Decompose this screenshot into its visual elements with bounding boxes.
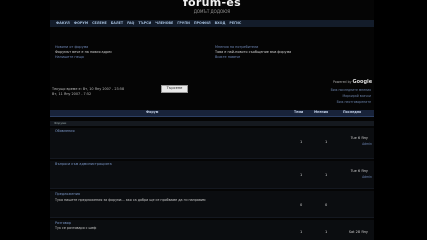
google-prefix: Powered by <box>333 80 352 84</box>
post-count: 1 <box>325 230 328 234</box>
site-tagline: ДОМЪТ ДОДОЮЯ <box>193 9 231 14</box>
nav-item[interactable]: ГРУПИ <box>177 21 190 25</box>
nav-item[interactable]: ВХОД <box>215 21 226 25</box>
category-bar[interactable]: Форуми <box>50 121 374 126</box>
topic-count: 1 <box>300 140 303 144</box>
last-post-date: Tue 6 Яну <box>350 136 368 140</box>
last-post-date: Sat 28 Яну <box>348 230 368 234</box>
forum-page: forum-es ДОМЪТ ДОДОЮЯ ФАКУЛ ФОРУМ СЕЛЕНЕ… <box>50 0 374 240</box>
nav-item[interactable]: ЧЛЕНОВЕ <box>155 21 173 25</box>
forum-row[interactable]: Обявления 1 1 Tue 6 Яну Admin <box>50 128 374 159</box>
forum-description: Тук се разговаря с шеф <box>55 226 97 230</box>
forum-title[interactable]: Предложения <box>55 192 80 196</box>
last-post-author[interactable]: Admin <box>362 142 372 146</box>
announcement-left-link[interactable]: Напишете нещо <box>55 55 84 59</box>
nav-item[interactable]: ТЪРСИ <box>138 21 151 25</box>
col-topics: Теми <box>294 110 304 114</box>
nav-item[interactable]: FAQ <box>127 21 134 25</box>
nav-item[interactable]: БАЛЕТ <box>111 21 123 25</box>
forum-title[interactable]: Въпроси към администрацията <box>55 162 112 166</box>
view-new-posts-link[interactable]: Виж последните мнения <box>331 88 371 92</box>
forum-row[interactable]: Разговор Тук се разговаря с шеф 1 1 Sat … <box>50 220 374 240</box>
nav-item[interactable]: ПРОФИЛ <box>194 21 211 25</box>
forum-row[interactable]: Предложения Тука пишете предложения за ф… <box>50 191 374 218</box>
announcement-left-title[interactable]: Новини от форума <box>55 45 88 49</box>
post-count: 1 <box>325 140 328 144</box>
last-post-author[interactable]: Admin <box>362 175 372 179</box>
col-posts: Мнения <box>314 110 329 114</box>
forum-table-header: Форум Теми Мнения Последно <box>50 110 374 117</box>
announcement-left-text: Форумът вече е на новия адрес <box>55 50 113 54</box>
search-button[interactable]: Търсене <box>161 85 188 93</box>
topic-count: 0 <box>300 203 303 207</box>
post-count: 1 <box>325 173 328 177</box>
announcement-right-text: Това е най-новото съобщение във форума <box>215 50 292 54</box>
topic-count: 1 <box>300 173 303 177</box>
category-label: Форуми <box>54 120 67 125</box>
forum-description: Тука пишете предложения за форума... ако… <box>55 198 206 202</box>
topic-count: 1 <box>300 230 303 234</box>
google-search-brand[interactable]: Powered by Google <box>333 80 372 85</box>
view-unanswered-link[interactable]: Виж неотговорените <box>337 100 371 104</box>
google-logo: Google <box>352 79 373 85</box>
last-visit-time: Вт, 11 Яну 2007 - 7:52 <box>52 92 92 96</box>
announcement-right-link[interactable]: Вижте повече <box>215 55 240 59</box>
nav-item[interactable]: ФАКУЛ <box>56 21 70 25</box>
forum-title[interactable]: Разговор <box>55 221 71 225</box>
nav-item[interactable]: РЕГИС <box>229 21 241 25</box>
nav-item[interactable]: СЕЛЕНЕ <box>92 21 107 25</box>
forum-row[interactable]: Въпроси към администрацията 1 1 Tue 6 Ян… <box>50 161 374 189</box>
nav-item[interactable]: ФОРУМ <box>74 21 88 25</box>
site-logo[interactable]: forum-es <box>50 0 374 8</box>
main-nav: ФАКУЛ ФОРУМ СЕЛЕНЕ БАЛЕТ FAQ ТЪРСИ ЧЛЕНО… <box>50 20 374 27</box>
col-forum: Форум <box>146 110 159 114</box>
col-last-post: Последно <box>343 110 362 114</box>
last-post-date: Tue 6 Яну <box>350 169 368 173</box>
mark-all-read-link[interactable]: Маркирай всички <box>342 94 371 98</box>
forum-title[interactable]: Обявления <box>55 129 75 133</box>
announcement-right-title[interactable]: Мнения на потребители <box>215 45 258 49</box>
post-count: 0 <box>325 203 328 207</box>
current-time: Текущо време е: Вт, 10 Яну 2007 - 23:58 <box>52 87 125 91</box>
